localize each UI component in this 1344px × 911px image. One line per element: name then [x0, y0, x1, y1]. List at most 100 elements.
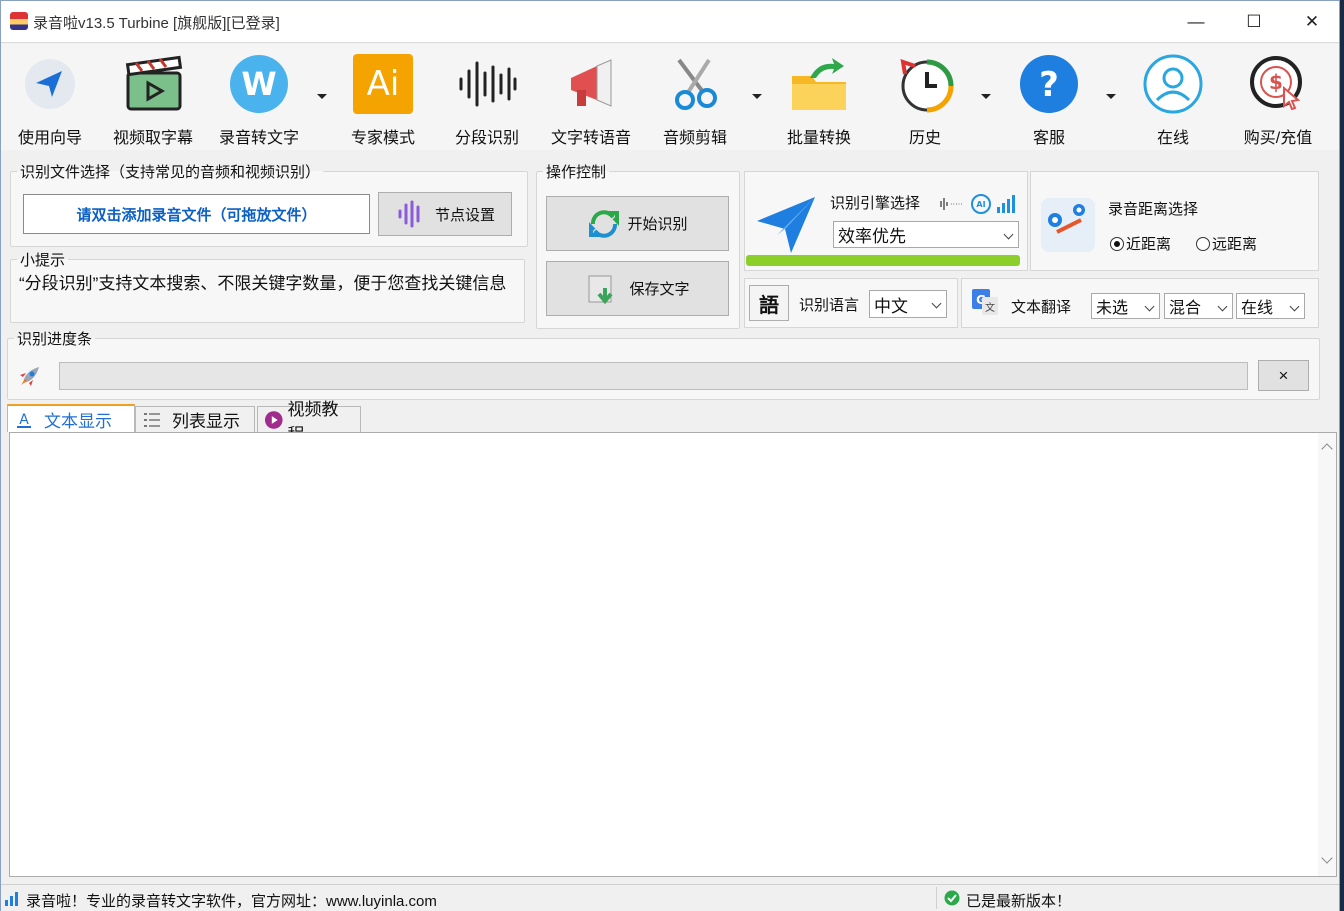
tool-segment-recognition[interactable]: 分段识别 — [445, 48, 529, 148]
progress-legend: 识别进度条 — [17, 331, 93, 348]
tool-history-label: 历史 — [908, 130, 941, 147]
audio-to-text-dropdown-icon[interactable] — [317, 94, 327, 99]
close-button[interactable]: ✕ — [1283, 1, 1341, 43]
tool-purchase-label: 购买/充值 — [1243, 130, 1313, 147]
svg-text:?: ? — [1039, 65, 1059, 105]
navigation-arrow-icon — [18, 52, 82, 116]
svg-text:$: $ — [1269, 70, 1283, 94]
radio-far-indicator — [1196, 237, 1210, 251]
maximize-button[interactable]: ☐ — [1225, 1, 1283, 43]
translation-select-3-value: 在线 — [1241, 300, 1274, 317]
tool-history[interactable]: 历史 — [883, 48, 967, 148]
distance-label: 录音距离选择 — [1108, 201, 1199, 218]
chevron-down-icon — [1289, 301, 1300, 312]
tool-expert-mode-label: 专家模式 — [350, 130, 415, 147]
tool-online[interactable]: 在线 — [1131, 48, 1215, 148]
engine-select-value: 效率优先 — [838, 227, 906, 246]
chevron-down-icon — [1217, 301, 1228, 312]
chevron-down-icon — [1003, 229, 1014, 240]
node-settings-button[interactable]: 节点设置 — [378, 192, 512, 236]
engine-label: 识别引擎选择 — [830, 195, 921, 212]
recognition-text-area[interactable] — [9, 432, 1337, 877]
help-question-icon: ? — [1017, 52, 1081, 116]
waveform-icon — [455, 52, 519, 116]
start-recognition-label: 开始识别 — [627, 216, 688, 233]
tab-list-display[interactable]: 列表显示 — [135, 406, 255, 432]
paper-plane-icon — [755, 195, 817, 259]
cloud-check-icon — [943, 890, 961, 910]
start-recognition-button[interactable]: 开始识别 — [546, 196, 729, 251]
scroll-down-icon[interactable] — [1321, 852, 1333, 864]
customer-service-dropdown-icon[interactable] — [1106, 94, 1116, 99]
scroll-up-icon[interactable] — [1321, 443, 1333, 455]
file-select-legend: 识别文件选择（支持常见的音频和视频识别） — [20, 164, 321, 181]
radio-near-label: 近距离 — [1126, 236, 1172, 253]
status-divider — [936, 887, 937, 909]
history-clock-icon — [893, 52, 957, 116]
language-icon[interactable]: 語 — [749, 285, 789, 321]
tool-audio-edit-label: 音频剪辑 — [662, 130, 727, 147]
radio-far[interactable]: 远距离 — [1196, 233, 1257, 254]
tool-guide-label: 使用向导 — [17, 130, 82, 147]
save-text-label: 保存文字 — [629, 281, 690, 298]
tab-video-tutorial[interactable]: 视频教程 — [257, 400, 361, 444]
add-file-button[interactable]: 请双击添加录音文件（可拖放文件） — [23, 194, 370, 234]
app-icon — [10, 12, 28, 30]
radio-far-label: 远距离 — [1212, 236, 1258, 253]
tool-customer-service-label: 客服 — [1032, 130, 1065, 147]
dollar-coin-icon: $ — [1246, 52, 1310, 116]
save-text-button[interactable]: 保存文字 — [546, 261, 729, 316]
tool-text-to-speech[interactable]: 文字转语音 — [543, 48, 639, 148]
translation-select-2[interactable]: 混合 — [1164, 293, 1233, 319]
folder-arrow-icon — [787, 52, 851, 116]
tool-batch-convert[interactable]: 批量转换 — [777, 48, 861, 148]
translation-select-2-value: 混合 — [1169, 300, 1202, 317]
svg-text:A: A — [19, 412, 29, 428]
radio-near-indicator — [1110, 237, 1124, 251]
refresh-arrows-icon — [589, 209, 620, 238]
engine-select[interactable]: 效率优先 — [833, 221, 1019, 248]
megaphone-icon — [559, 52, 623, 116]
radio-near[interactable]: 近距离 — [1110, 233, 1171, 254]
vertical-scrollbar[interactable] — [1318, 433, 1336, 876]
tab-text-display-label: 文本显示 — [44, 411, 112, 431]
tool-text-to-speech-label: 文字转语音 — [550, 130, 631, 147]
status-bar: 录音啦！专业的录音转文字软件，官方网址：www.luyinla.com 已是最新… — [1, 884, 1339, 911]
tool-customer-service[interactable]: ? 客服 — [1007, 48, 1091, 148]
history-dropdown-icon[interactable] — [981, 94, 991, 99]
language-label: 识别语言 — [799, 297, 860, 314]
tool-online-label: 在线 — [1156, 130, 1189, 147]
save-download-icon — [588, 275, 614, 304]
language-select[interactable]: 中文 — [869, 290, 947, 318]
translation-label: 文本翻译 — [1011, 299, 1072, 316]
tool-purchase[interactable]: $ 购买/充值 — [1233, 48, 1323, 148]
tool-expert-mode[interactable]: Ai 专家模式 — [341, 48, 425, 148]
tool-audio-edit[interactable]: 音频剪辑 — [653, 48, 737, 148]
audio-bars-icon — [398, 200, 420, 228]
w-badge-icon: W — [227, 52, 291, 116]
tool-audio-to-text[interactable]: W 录音转文字 — [211, 48, 307, 148]
tab-text-display[interactable]: A 文本显示 — [7, 404, 135, 432]
tab-list-display-label: 列表显示 — [172, 412, 240, 431]
progress-clear-button[interactable]: × — [1258, 360, 1309, 391]
progress-bar — [59, 362, 1248, 390]
node-settings-label: 节点设置 — [434, 206, 495, 224]
translation-select-1[interactable]: 未选 — [1091, 293, 1160, 319]
minimize-button[interactable]: — — [1167, 1, 1225, 43]
ai-signal-icon: ····· AI — [939, 192, 1019, 220]
translation-select-3[interactable]: 在线 — [1236, 293, 1305, 319]
rocket-icon — [17, 363, 43, 393]
user-circle-icon — [1141, 52, 1205, 116]
tool-guide[interactable]: 使用向导 — [9, 48, 91, 148]
svg-text:文: 文 — [985, 301, 995, 314]
tool-video-subtitle[interactable]: 视频取字幕 — [105, 48, 201, 148]
window-title: 录音啦v13.5 Turbine [旗舰版][已登录] — [33, 15, 280, 32]
chevron-down-icon — [931, 298, 942, 309]
translate-icon: G文 — [970, 287, 1000, 321]
svg-text:·····: ····· — [950, 200, 963, 209]
audio-edit-dropdown-icon[interactable] — [752, 94, 762, 99]
svg-text:W: W — [241, 65, 276, 103]
tool-batch-convert-label: 批量转换 — [786, 130, 851, 147]
ai-icon: Ai — [351, 52, 415, 116]
main-toolbar: 使用向导 视频取字幕 W 录音转文字 Ai 专家模式 分段识别 文字转语音 音频… — [1, 44, 1339, 150]
